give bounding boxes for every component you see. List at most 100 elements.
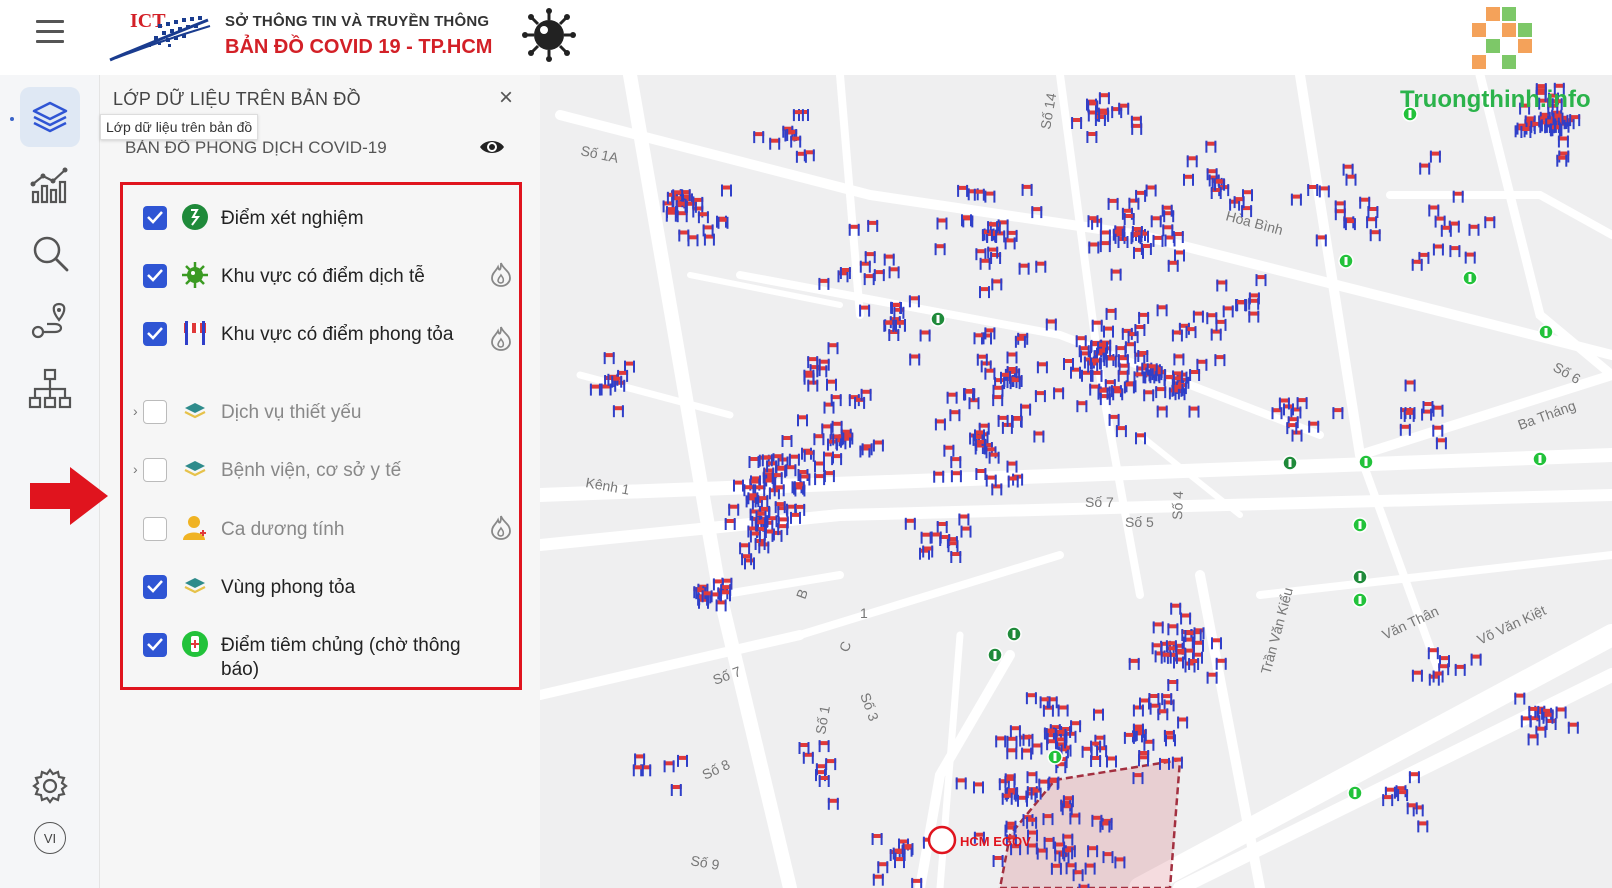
lockdown-marker[interactable] — [957, 184, 969, 197]
lockdown-marker[interactable] — [1411, 669, 1423, 682]
lockdown-marker[interactable] — [777, 523, 789, 536]
lockdown-marker[interactable] — [1070, 366, 1081, 379]
lockdown-marker[interactable] — [1145, 184, 1157, 197]
lockdown-marker[interactable] — [1210, 187, 1222, 199]
lockdown-marker[interactable] — [753, 131, 765, 144]
lockdown-marker[interactable] — [603, 352, 615, 365]
lockdown-marker[interactable] — [894, 856, 905, 869]
rail-route-button[interactable] — [20, 291, 80, 351]
lockdown-marker[interactable] — [1470, 653, 1482, 666]
lockdown-marker[interactable] — [1411, 258, 1423, 271]
lockdown-marker[interactable] — [979, 286, 990, 299]
vaccine-point-marker[interactable] — [1352, 592, 1368, 608]
lockdown-marker[interactable] — [1216, 279, 1228, 292]
lockdown-marker[interactable] — [859, 304, 871, 317]
lockdown-marker[interactable] — [888, 266, 900, 279]
lockdown-marker[interactable] — [1135, 189, 1147, 202]
lockdown-marker[interactable] — [873, 269, 885, 282]
lockdown-marker[interactable] — [1111, 106, 1123, 119]
lockdown-marker[interactable] — [788, 453, 800, 466]
lockdown-marker[interactable] — [1464, 251, 1476, 264]
lockdown-marker[interactable] — [1123, 381, 1135, 394]
layer-checkbox[interactable] — [143, 633, 167, 657]
lockdown-marker[interactable] — [1255, 274, 1267, 287]
lockdown-marker[interactable] — [1173, 353, 1185, 366]
lockdown-marker[interactable] — [1123, 213, 1135, 225]
lockdown-marker[interactable] — [973, 781, 984, 794]
gear-icon[interactable] — [32, 768, 68, 804]
lockdown-marker[interactable] — [612, 405, 624, 418]
lockdown-marker[interactable] — [823, 401, 835, 414]
lockdown-marker[interactable] — [632, 764, 644, 777]
lockdown-marker[interactable] — [803, 149, 815, 162]
vaccine-point-marker[interactable] — [1352, 517, 1368, 533]
lockdown-marker[interactable] — [1290, 193, 1302, 206]
lockdown-marker[interactable] — [1150, 215, 1162, 228]
layer-checkbox[interactable] — [143, 517, 167, 541]
lockdown-marker[interactable] — [677, 754, 688, 767]
rail-hierarchy-button[interactable] — [20, 359, 80, 419]
lockdown-marker[interactable] — [1399, 423, 1411, 436]
lockdown-marker[interactable] — [1555, 706, 1567, 719]
lockdown-marker[interactable] — [1189, 369, 1201, 381]
layer-row-epidemic-areas[interactable]: Khu vực có điểm dịch tễ — [143, 261, 511, 291]
lockdown-marker[interactable] — [1162, 224, 1174, 237]
vaccine-point-marker[interactable] — [1538, 324, 1554, 340]
lockdown-marker[interactable] — [721, 184, 732, 197]
lockdown-marker[interactable] — [1081, 369, 1092, 382]
lockdown-marker[interactable] — [1099, 240, 1111, 253]
layer-checkbox[interactable] — [143, 206, 167, 230]
lockdown-marker[interactable] — [790, 135, 802, 148]
lockdown-marker[interactable] — [769, 137, 781, 150]
lockdown-marker[interactable] — [1344, 218, 1356, 231]
test-point-marker[interactable] — [1282, 455, 1298, 471]
lockdown-marker[interactable] — [1514, 692, 1526, 705]
lockdown-marker[interactable] — [1156, 304, 1168, 317]
lockdown-marker[interactable] — [1078, 345, 1090, 358]
lockdown-marker[interactable] — [797, 414, 808, 427]
lockdown-marker[interactable] — [1556, 154, 1568, 167]
lockdown-marker[interactable] — [744, 557, 755, 570]
eye-icon[interactable] — [478, 135, 506, 159]
lockdown-marker[interactable] — [988, 451, 1000, 464]
lockdown-marker[interactable] — [1086, 131, 1098, 143]
lockdown-marker[interactable] — [1296, 397, 1308, 410]
lockdown-marker[interactable] — [1105, 307, 1117, 320]
lockdown-marker[interactable] — [1167, 679, 1179, 691]
lockdown-marker[interactable] — [1140, 243, 1152, 255]
lockdown-marker[interactable] — [934, 418, 946, 431]
lockdown-marker[interactable] — [1171, 329, 1183, 342]
layer-checkbox[interactable] — [143, 458, 167, 482]
lockdown-marker[interactable] — [1406, 802, 1418, 815]
lockdown-marker[interactable] — [1022, 733, 1034, 746]
lockdown-marker[interactable] — [1106, 755, 1117, 768]
lockdown-marker[interactable] — [1128, 197, 1140, 210]
lockdown-marker[interactable] — [1115, 425, 1127, 438]
lockdown-marker[interactable] — [1174, 249, 1185, 262]
vaccine-point-marker[interactable] — [1347, 785, 1363, 801]
layer-row-lockdown-zones[interactable]: Vùng phong tỏa — [143, 572, 503, 602]
lockdown-marker[interactable] — [1143, 389, 1155, 402]
lockdown-marker[interactable] — [960, 525, 972, 538]
lockdown-marker[interactable] — [1108, 413, 1120, 426]
lockdown-marker[interactable] — [984, 367, 996, 380]
lockdown-marker[interactable] — [1025, 692, 1037, 705]
vaccine-point-marker[interactable] — [1047, 749, 1063, 765]
lockdown-marker[interactable] — [1222, 305, 1234, 318]
lockdown-marker[interactable] — [1440, 224, 1452, 237]
lockdown-marker[interactable] — [1359, 196, 1371, 209]
lockdown-marker[interactable] — [1096, 745, 1108, 758]
lockdown-marker[interactable] — [1454, 663, 1466, 676]
lockdown-marker[interactable] — [1063, 358, 1074, 370]
lockdown-marker[interactable] — [973, 332, 985, 345]
lockdown-marker[interactable] — [1404, 379, 1416, 392]
lockdown-marker[interactable] — [826, 378, 837, 391]
lockdown-marker[interactable] — [1038, 778, 1050, 791]
lockdown-marker[interactable] — [1011, 415, 1023, 428]
lockdown-marker[interactable] — [785, 464, 797, 477]
lockdown-marker[interactable] — [1088, 241, 1100, 254]
heatmap-fire-icon[interactable] — [490, 325, 512, 351]
lockdown-marker[interactable] — [1248, 310, 1260, 323]
lockdown-marker[interactable] — [1397, 789, 1409, 802]
lockdown-marker[interactable] — [1139, 697, 1150, 710]
